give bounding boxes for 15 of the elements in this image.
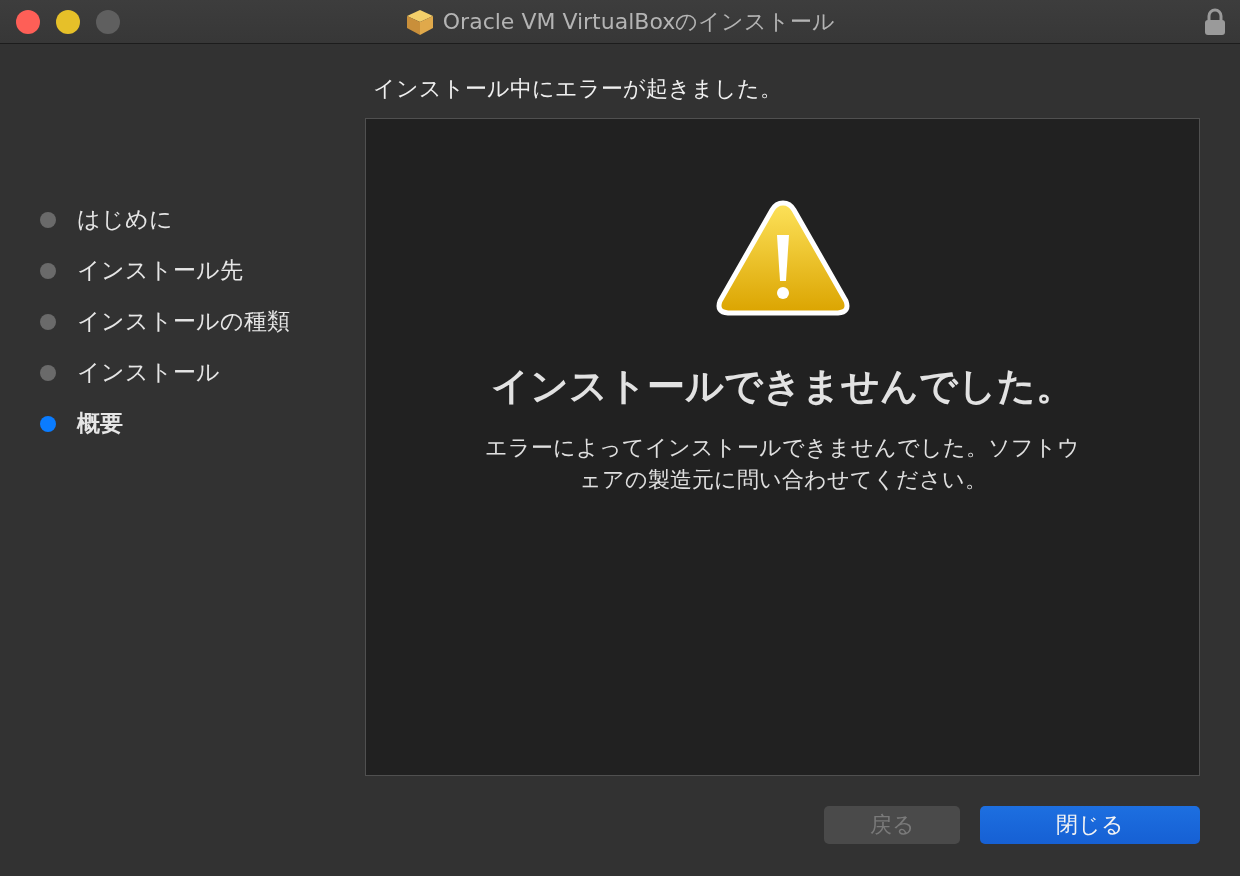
step-label: インストール	[77, 358, 220, 387]
package-icon	[404, 7, 435, 36]
step-label: インストール先	[77, 256, 243, 285]
step-label: インストールの種類	[77, 307, 290, 336]
warning-icon	[715, 199, 850, 317]
step-label: はじめに	[77, 205, 173, 234]
page-heading: インストール中にエラーが起きました。	[372, 75, 783, 103]
primary-button[interactable]: 閉じる	[980, 806, 1200, 844]
window-title: Oracle VM VirtualBoxのインストール	[442, 7, 836, 36]
step-label: 概要	[77, 409, 123, 438]
window-minimize-button[interactable]	[56, 9, 80, 34]
window-close-button[interactable]	[16, 9, 40, 34]
error-title: インストールできませんでした。	[491, 363, 1074, 410]
error-message: エラーによってインストールできませんでした。ソフトウェアの製造元に問い合わせてください。	[484, 434, 1081, 494]
lock-icon	[1204, 8, 1226, 36]
